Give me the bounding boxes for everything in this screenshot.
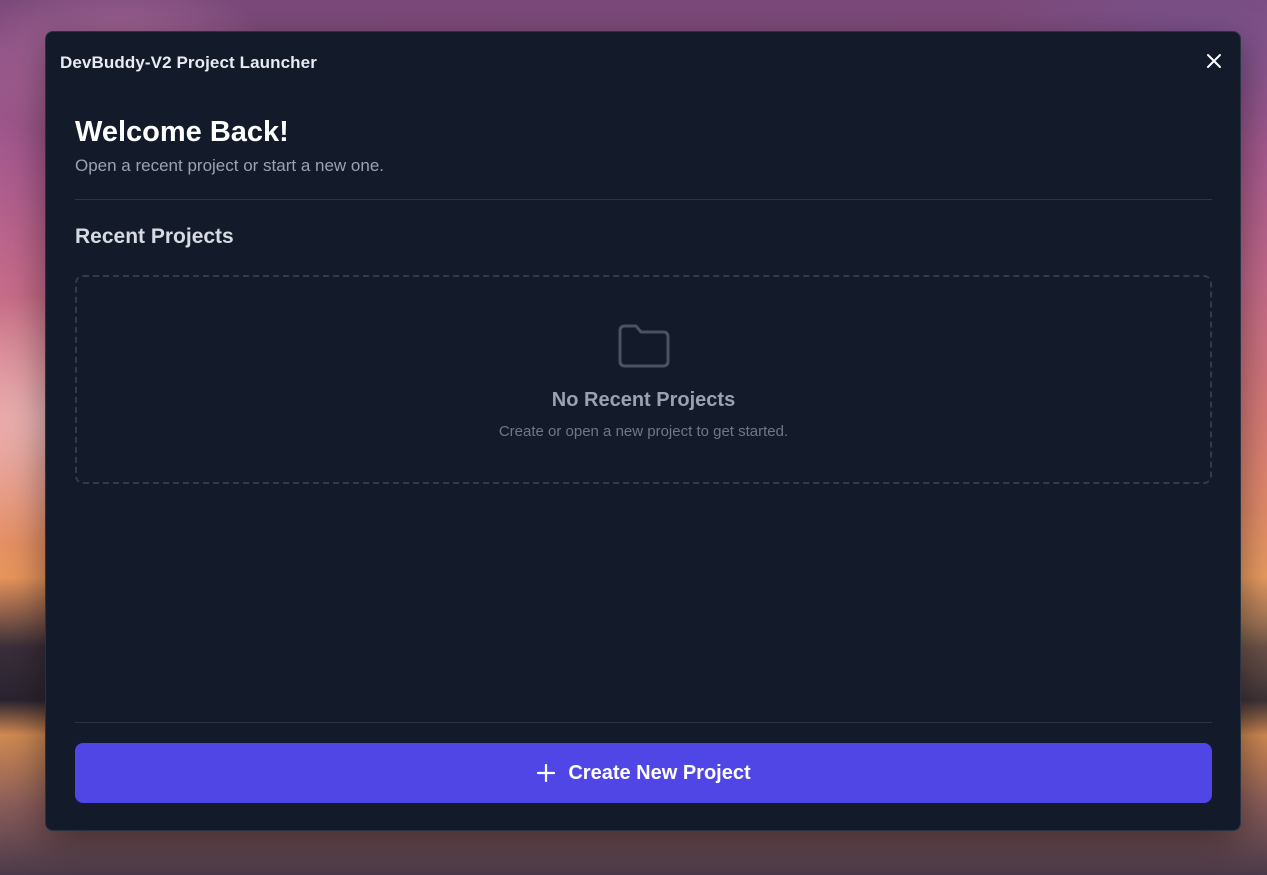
welcome-heading: Welcome Back! [75, 116, 289, 148]
header-divider [75, 199, 1212, 200]
recent-projects-empty-state: No Recent Projects Create or open a new … [75, 275, 1212, 484]
empty-state-subtitle: Create or open a new project to get star… [498, 423, 789, 440]
welcome-subtitle: Open a recent project or start a new one… [75, 156, 385, 175]
create-new-project-button[interactable]: Create New Project [75, 743, 1212, 803]
plus-icon [537, 763, 556, 783]
empty-state-title: No Recent Projects [551, 389, 736, 411]
folder-icon [618, 324, 669, 368]
launcher-window: DevBuddy-V2 Project Launcher Welcome Bac… [45, 31, 1241, 831]
create-new-project-label: Create New Project [568, 761, 751, 784]
recent-projects-heading: Recent Projects [75, 225, 234, 248]
launcher-content: Welcome Back! Open a recent project or s… [75, 32, 1212, 830]
footer-divider [75, 722, 1212, 723]
